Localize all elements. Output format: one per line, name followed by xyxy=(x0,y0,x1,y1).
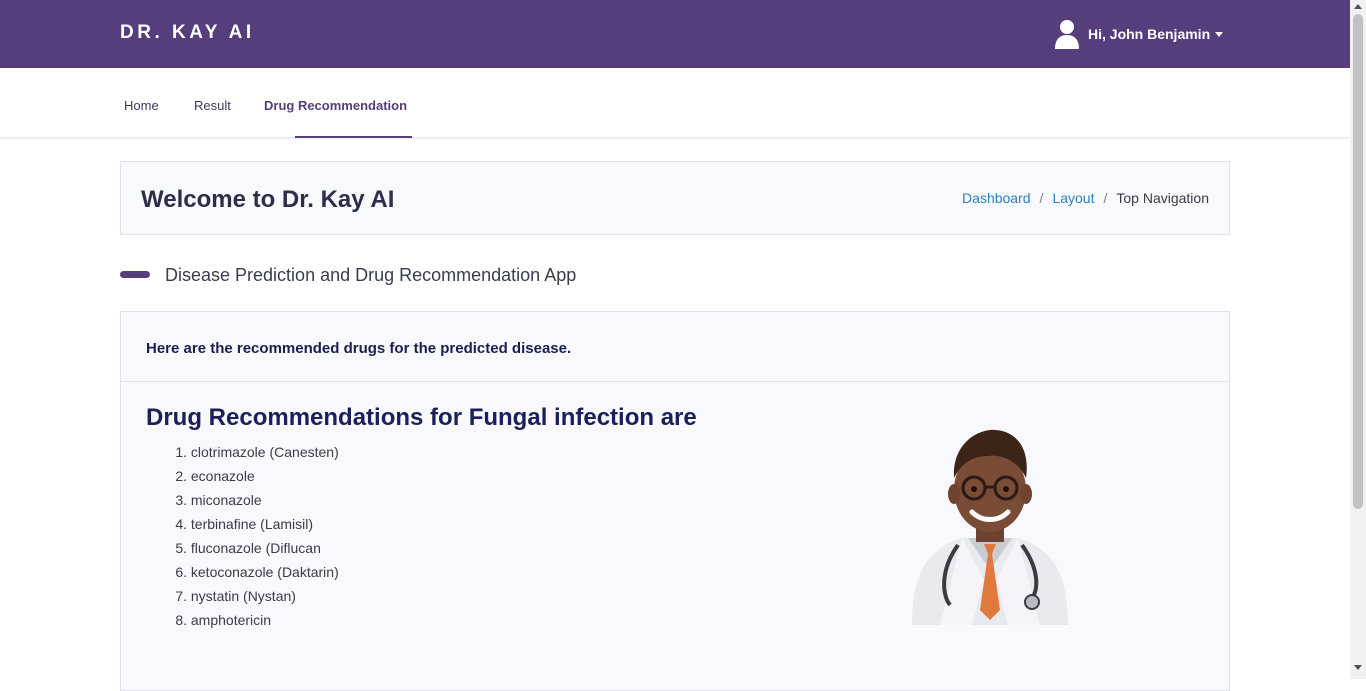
scroll-up-icon[interactable] xyxy=(1354,4,1362,9)
recommendation-title: Drug Recommendations for Fungal infectio… xyxy=(146,404,697,431)
user-icon xyxy=(1055,20,1079,49)
doctor-illustration xyxy=(912,429,1068,625)
list-item: 7. nystatin (Nystan) xyxy=(175,588,296,604)
nav-result[interactable]: Result xyxy=(194,98,231,113)
caret-down-icon xyxy=(1215,31,1224,37)
breadcrumb-separator: / xyxy=(1103,190,1108,206)
list-item: 5. fluconazole (Diflucan xyxy=(175,540,321,556)
nav-drug-recommendation[interactable]: Drug Recommendation xyxy=(264,98,407,113)
list-item: 4. terbinafine (Lamisil) xyxy=(175,516,314,532)
vertical-scrollbar[interactable] xyxy=(1350,0,1366,679)
breadcrumb-current: Top Navigation xyxy=(1116,190,1209,206)
breadcrumb-separator: / xyxy=(1039,190,1044,206)
list-item: 1. clotrimazole (Canesten) xyxy=(175,444,339,460)
nav-home[interactable]: Home xyxy=(124,98,159,113)
breadcrumb: Dashboard / Layout / Top Navigation xyxy=(962,190,1209,206)
main-nav: Home Result Drug Recommendation xyxy=(0,68,1350,138)
card-header: Here are the recommended drugs for the p… xyxy=(121,312,1229,382)
card-header-text: Here are the recommended drugs for the p… xyxy=(146,340,572,357)
section-heading: Disease Prediction and Drug Recommendati… xyxy=(165,265,577,285)
breadcrumb-layout[interactable]: Layout xyxy=(1052,190,1094,206)
drug-list: 1. clotrimazole (Canesten) 2. econazole … xyxy=(171,443,339,635)
active-tab-indicator xyxy=(295,136,412,138)
brand-logo[interactable]: DR. KAY AI xyxy=(120,22,255,44)
page-title: Welcome to Dr. Kay AI xyxy=(141,186,395,213)
list-item: 8. amphotericin xyxy=(175,612,272,628)
scrollbar-thumb[interactable] xyxy=(1353,14,1363,509)
top-header: DR. KAY AI Hi, John Benjamin xyxy=(0,0,1350,68)
section-pill-marker xyxy=(120,271,150,278)
scroll-down-icon[interactable] xyxy=(1354,665,1362,670)
user-greeting: Hi, John Benjamin xyxy=(1088,26,1211,42)
page-header-card: Welcome to Dr. Kay AI Dashboard / Layout… xyxy=(120,161,1230,235)
breadcrumb-dashboard[interactable]: Dashboard xyxy=(962,190,1031,206)
list-item: 2. econazole xyxy=(175,468,255,484)
list-item: 3. miconazole xyxy=(175,492,262,508)
user-menu[interactable]: Hi, John Benjamin xyxy=(1054,19,1224,49)
list-item: 6. ketoconazole (Daktarin) xyxy=(175,564,339,580)
